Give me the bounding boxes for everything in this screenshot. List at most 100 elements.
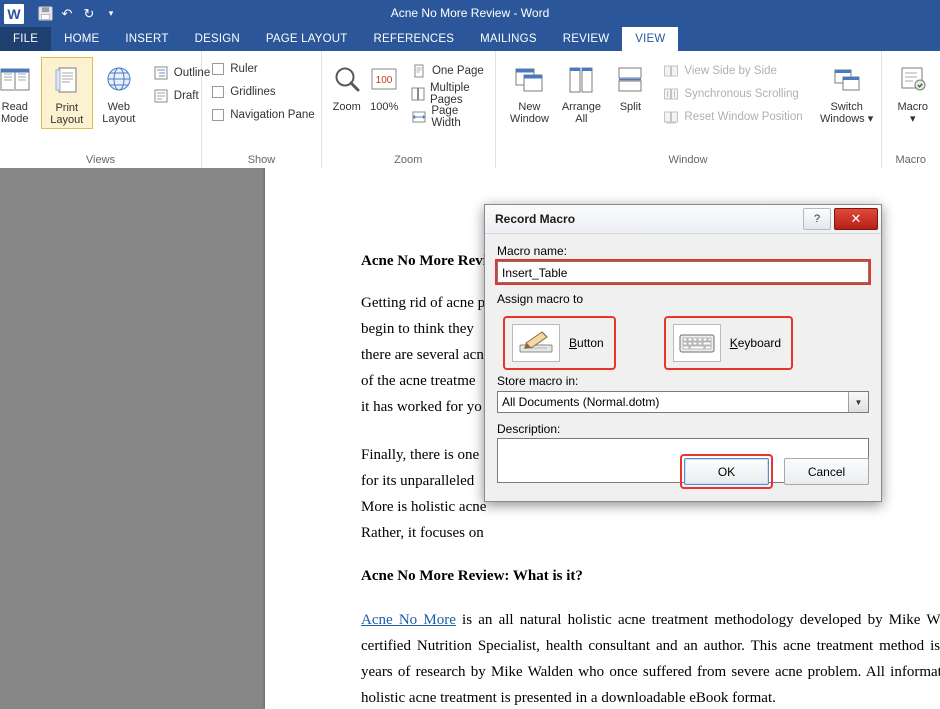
gridlines-checkbox-box[interactable] <box>212 85 225 98</box>
one-page-label: One Page <box>431 64 484 77</box>
print-layout-icon <box>50 60 84 102</box>
web-layout-label-1: Web <box>107 101 130 113</box>
ruler-checkbox-box[interactable] <box>212 62 225 75</box>
new-window-label-1: New <box>518 101 541 113</box>
help-icon[interactable]: ? <box>803 208 831 230</box>
zoom-100-icon: 100 <box>368 59 400 101</box>
cancel-button[interactable]: Cancel <box>784 458 869 485</box>
tab-insert[interactable]: INSERT <box>112 27 181 51</box>
gridlines-checkbox[interactable]: Gridlines <box>212 80 281 103</box>
zoom-icon <box>331 59 363 101</box>
keyboard-icon <box>672 324 721 362</box>
document-heading-2: Acne No More Review: What is it? <box>361 568 583 584</box>
ribbon-tab-strip: FILE HOME INSERT DESIGN PAGE LAYOUT REFE… <box>0 27 940 51</box>
one-page-icon <box>411 63 427 79</box>
store-macro-select[interactable]: All Documents (Normal.dotm) ▼ <box>497 391 869 413</box>
ruler-checkbox[interactable]: Ruler <box>212 57 263 80</box>
macro-name-input[interactable]: Insert_Table <box>495 259 871 285</box>
tab-home[interactable]: HOME <box>51 27 112 51</box>
page-width-button[interactable]: Page Width <box>411 104 495 129</box>
toolbar-button-icon <box>512 324 560 362</box>
ribbon: Read Mode Print Layout Web Layout Outlin… <box>0 51 940 169</box>
multiple-pages-button[interactable]: Multiple Pages <box>411 82 495 106</box>
ribbon-group-window: New Window Arrange All Split View Side b… <box>496 51 882 168</box>
new-window-button[interactable]: New Window <box>503 57 555 127</box>
zoom-100-label: 100% <box>370 101 399 113</box>
split-icon <box>614 59 646 101</box>
svg-text:100: 100 <box>376 75 393 86</box>
document-paragraph-3: Acne No More is an all natural holistic … <box>361 607 940 709</box>
outline-icon <box>153 65 169 81</box>
web-layout-label-2: Layout <box>102 113 136 125</box>
arrange-all-icon <box>565 59 597 101</box>
reset-window-position-button: Reset Window Position <box>663 105 808 128</box>
one-page-button[interactable]: One Page <box>411 59 495 82</box>
navigation-pane-checkbox[interactable]: Navigation Pane <box>212 103 320 126</box>
record-macro-dialog[interactable]: Record Macro ? ✕ Macro name: Insert_Tabl… <box>484 204 882 502</box>
ribbon-group-zoom: Zoom 100 100% One Page Multiple Pages Pa… <box>322 51 496 168</box>
switch-windows-label-2: Windows ▾ <box>820 113 874 125</box>
ruler-label: Ruler <box>230 62 258 75</box>
zoom-label: Zoom <box>332 101 361 113</box>
acne-no-more-link[interactable]: Acne No More <box>361 612 456 628</box>
tab-review[interactable]: REVIEW <box>550 27 623 51</box>
tab-view[interactable]: VIEW <box>622 27 679 51</box>
show-group-label: Show <box>247 154 276 166</box>
switch-windows-icon <box>831 59 863 101</box>
dialog-button-row: OK Cancel <box>680 454 869 489</box>
ok-button[interactable]: OK <box>684 458 769 485</box>
synchronous-scrolling-label: Synchronous Scrolling <box>684 87 799 100</box>
macros-label-1: Macro <box>897 101 929 113</box>
dialog-title: Record Macro <box>495 212 576 226</box>
reset-window-position-label: Reset Window Position <box>684 110 803 123</box>
read-mode-label-1: Read <box>1 101 28 113</box>
switch-windows-label-1: Switch <box>830 101 863 113</box>
assign-button-label: Button <box>569 336 604 350</box>
navigation-pane-label: Navigation Pane <box>230 108 315 121</box>
draft-label: Draft <box>173 89 199 102</box>
close-icon[interactable]: ✕ <box>834 208 878 230</box>
synchronous-scrolling-icon <box>663 86 679 102</box>
zoom-button[interactable]: Zoom <box>328 57 366 115</box>
description-label: Description: <box>497 422 561 436</box>
assign-keyboard-label: Keyboard <box>729 336 782 350</box>
arrange-all-button[interactable]: Arrange All <box>555 57 607 127</box>
switch-windows-button[interactable]: Switch Windows ▾ <box>815 57 879 127</box>
synchronous-scrolling-button: Synchronous Scrolling <box>663 82 808 105</box>
macros-label-2: ▾ <box>910 113 916 125</box>
macros-button[interactable]: Macro ▾ <box>887 57 939 127</box>
window-title: Acne No More Review - Word <box>390 6 550 20</box>
draft-icon <box>153 88 169 104</box>
tab-file[interactable]: FILE <box>0 27 52 51</box>
split-label: Split <box>619 101 642 113</box>
reset-window-position-icon <box>663 109 679 125</box>
tab-design[interactable]: DESIGN <box>182 27 253 51</box>
tab-references[interactable]: REFERENCES <box>361 27 468 51</box>
new-window-icon <box>513 59 545 101</box>
assign-keyboard-option[interactable]: Keyboard <box>663 316 794 370</box>
assign-macro-row: Button Keyboard <box>497 308 869 374</box>
ribbon-group-show: Ruler Gridlines Navigation Pane Show <box>202 51 322 168</box>
title-bar: W ↶ ↻ ▾ Acne No More Review - Word <box>0 0 940 27</box>
tab-page-layout[interactable]: PAGE LAYOUT <box>253 27 361 51</box>
navigation-pane-checkbox-box[interactable] <box>212 108 225 121</box>
split-button[interactable]: Split <box>607 57 653 115</box>
views-group-label: Views <box>85 154 116 166</box>
page-width-icon <box>411 109 426 125</box>
ok-button-highlight: OK <box>680 454 773 489</box>
web-layout-button[interactable]: Web Layout <box>93 57 145 127</box>
multiple-pages-icon <box>411 86 425 102</box>
zoom-group-label: Zoom <box>394 154 423 166</box>
tab-mailings[interactable]: MAILINGS <box>467 27 550 51</box>
view-side-by-side-icon <box>663 63 679 79</box>
chevron-down-icon[interactable]: ▼ <box>848 392 868 412</box>
read-mode-label-2: Mode <box>1 113 29 125</box>
ribbon-group-macros: Macro ▾ Macro <box>882 51 940 168</box>
print-layout-button[interactable]: Print Layout <box>40 57 93 129</box>
read-mode-button[interactable]: Read Mode <box>0 57 41 127</box>
page-width-label: Page Width <box>431 104 461 129</box>
assign-button-option[interactable]: Button <box>503 316 616 370</box>
arrange-all-label-1: Arrange <box>561 101 601 113</box>
dialog-title-bar: Record Macro ? ✕ <box>485 205 881 234</box>
zoom-100-button[interactable]: 100 100% <box>365 57 403 115</box>
